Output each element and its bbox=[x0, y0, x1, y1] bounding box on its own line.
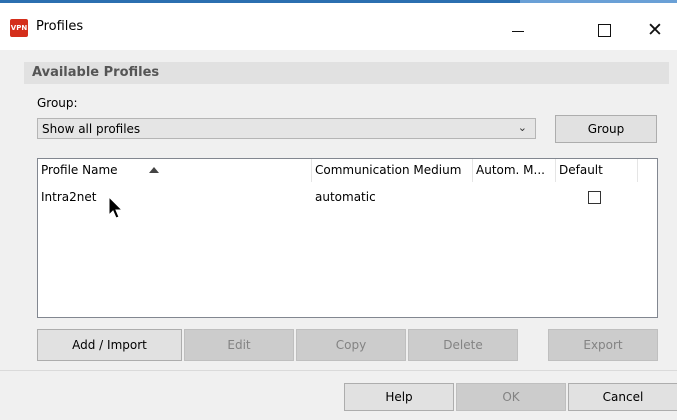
maximize-icon bbox=[597, 23, 611, 37]
profiles-window: VPN Profiles ✕ Available Profiles Group:… bbox=[0, 0, 677, 420]
minimize-button[interactable] bbox=[495, 6, 541, 54]
column-header-autom[interactable]: Autom. M... bbox=[473, 159, 556, 182]
column-header-label: Communication Medium bbox=[315, 163, 462, 177]
add-import-button[interactable]: Add / Import bbox=[37, 329, 182, 361]
window-title: Profiles bbox=[36, 19, 84, 34]
close-button[interactable]: ✕ bbox=[632, 6, 677, 54]
close-icon: ✕ bbox=[647, 18, 663, 41]
title-bar[interactable]: VPN Profiles ✕ bbox=[0, 3, 677, 57]
export-button[interactable]: Export bbox=[548, 329, 658, 361]
mouse-pointer-icon bbox=[108, 196, 124, 219]
help-button[interactable]: Help bbox=[344, 383, 454, 411]
chevron-down-icon: ⌄ bbox=[517, 121, 527, 134]
delete-button[interactable]: Delete bbox=[408, 329, 518, 361]
ok-button[interactable]: OK bbox=[456, 383, 566, 411]
column-header-label: Profile Name bbox=[41, 163, 118, 177]
column-header-label: Autom. M... bbox=[476, 163, 545, 177]
column-header-profile-name[interactable]: Profile Name bbox=[38, 159, 312, 182]
column-header-default[interactable]: Default bbox=[556, 159, 638, 182]
profiles-list[interactable]: Profile Name Communication Medium Autom.… bbox=[37, 158, 658, 318]
list-header: Profile Name Communication Medium Autom.… bbox=[38, 159, 657, 182]
communication-medium-cell: automatic bbox=[315, 190, 376, 204]
section-title: Available Profiles bbox=[32, 65, 160, 80]
default-checkbox[interactable] bbox=[588, 191, 601, 204]
copy-button[interactable]: Copy bbox=[296, 329, 406, 361]
column-header-label: Default bbox=[559, 163, 603, 177]
group-select[interactable]: Show all profiles ⌄ bbox=[37, 118, 536, 139]
edit-button[interactable]: Edit bbox=[184, 329, 294, 361]
profile-name-cell: Intra2net bbox=[41, 190, 97, 204]
column-header-communication-medium[interactable]: Communication Medium bbox=[312, 159, 473, 182]
maximize-button[interactable] bbox=[581, 6, 627, 54]
vpn-app-icon: VPN bbox=[10, 19, 28, 37]
minimize-icon bbox=[512, 30, 524, 32]
group-select-value: Show all profiles bbox=[42, 122, 141, 136]
list-item[interactable]: Intra2net automatic bbox=[38, 187, 638, 207]
section-header: Available Profiles bbox=[24, 62, 669, 84]
cancel-button[interactable]: Cancel bbox=[568, 383, 677, 411]
group-button[interactable]: Group bbox=[555, 115, 657, 143]
group-label: Group: bbox=[37, 96, 78, 110]
sort-ascending-icon bbox=[149, 167, 159, 173]
dialog-content: Available Profiles Group: Show all profi… bbox=[0, 50, 677, 420]
